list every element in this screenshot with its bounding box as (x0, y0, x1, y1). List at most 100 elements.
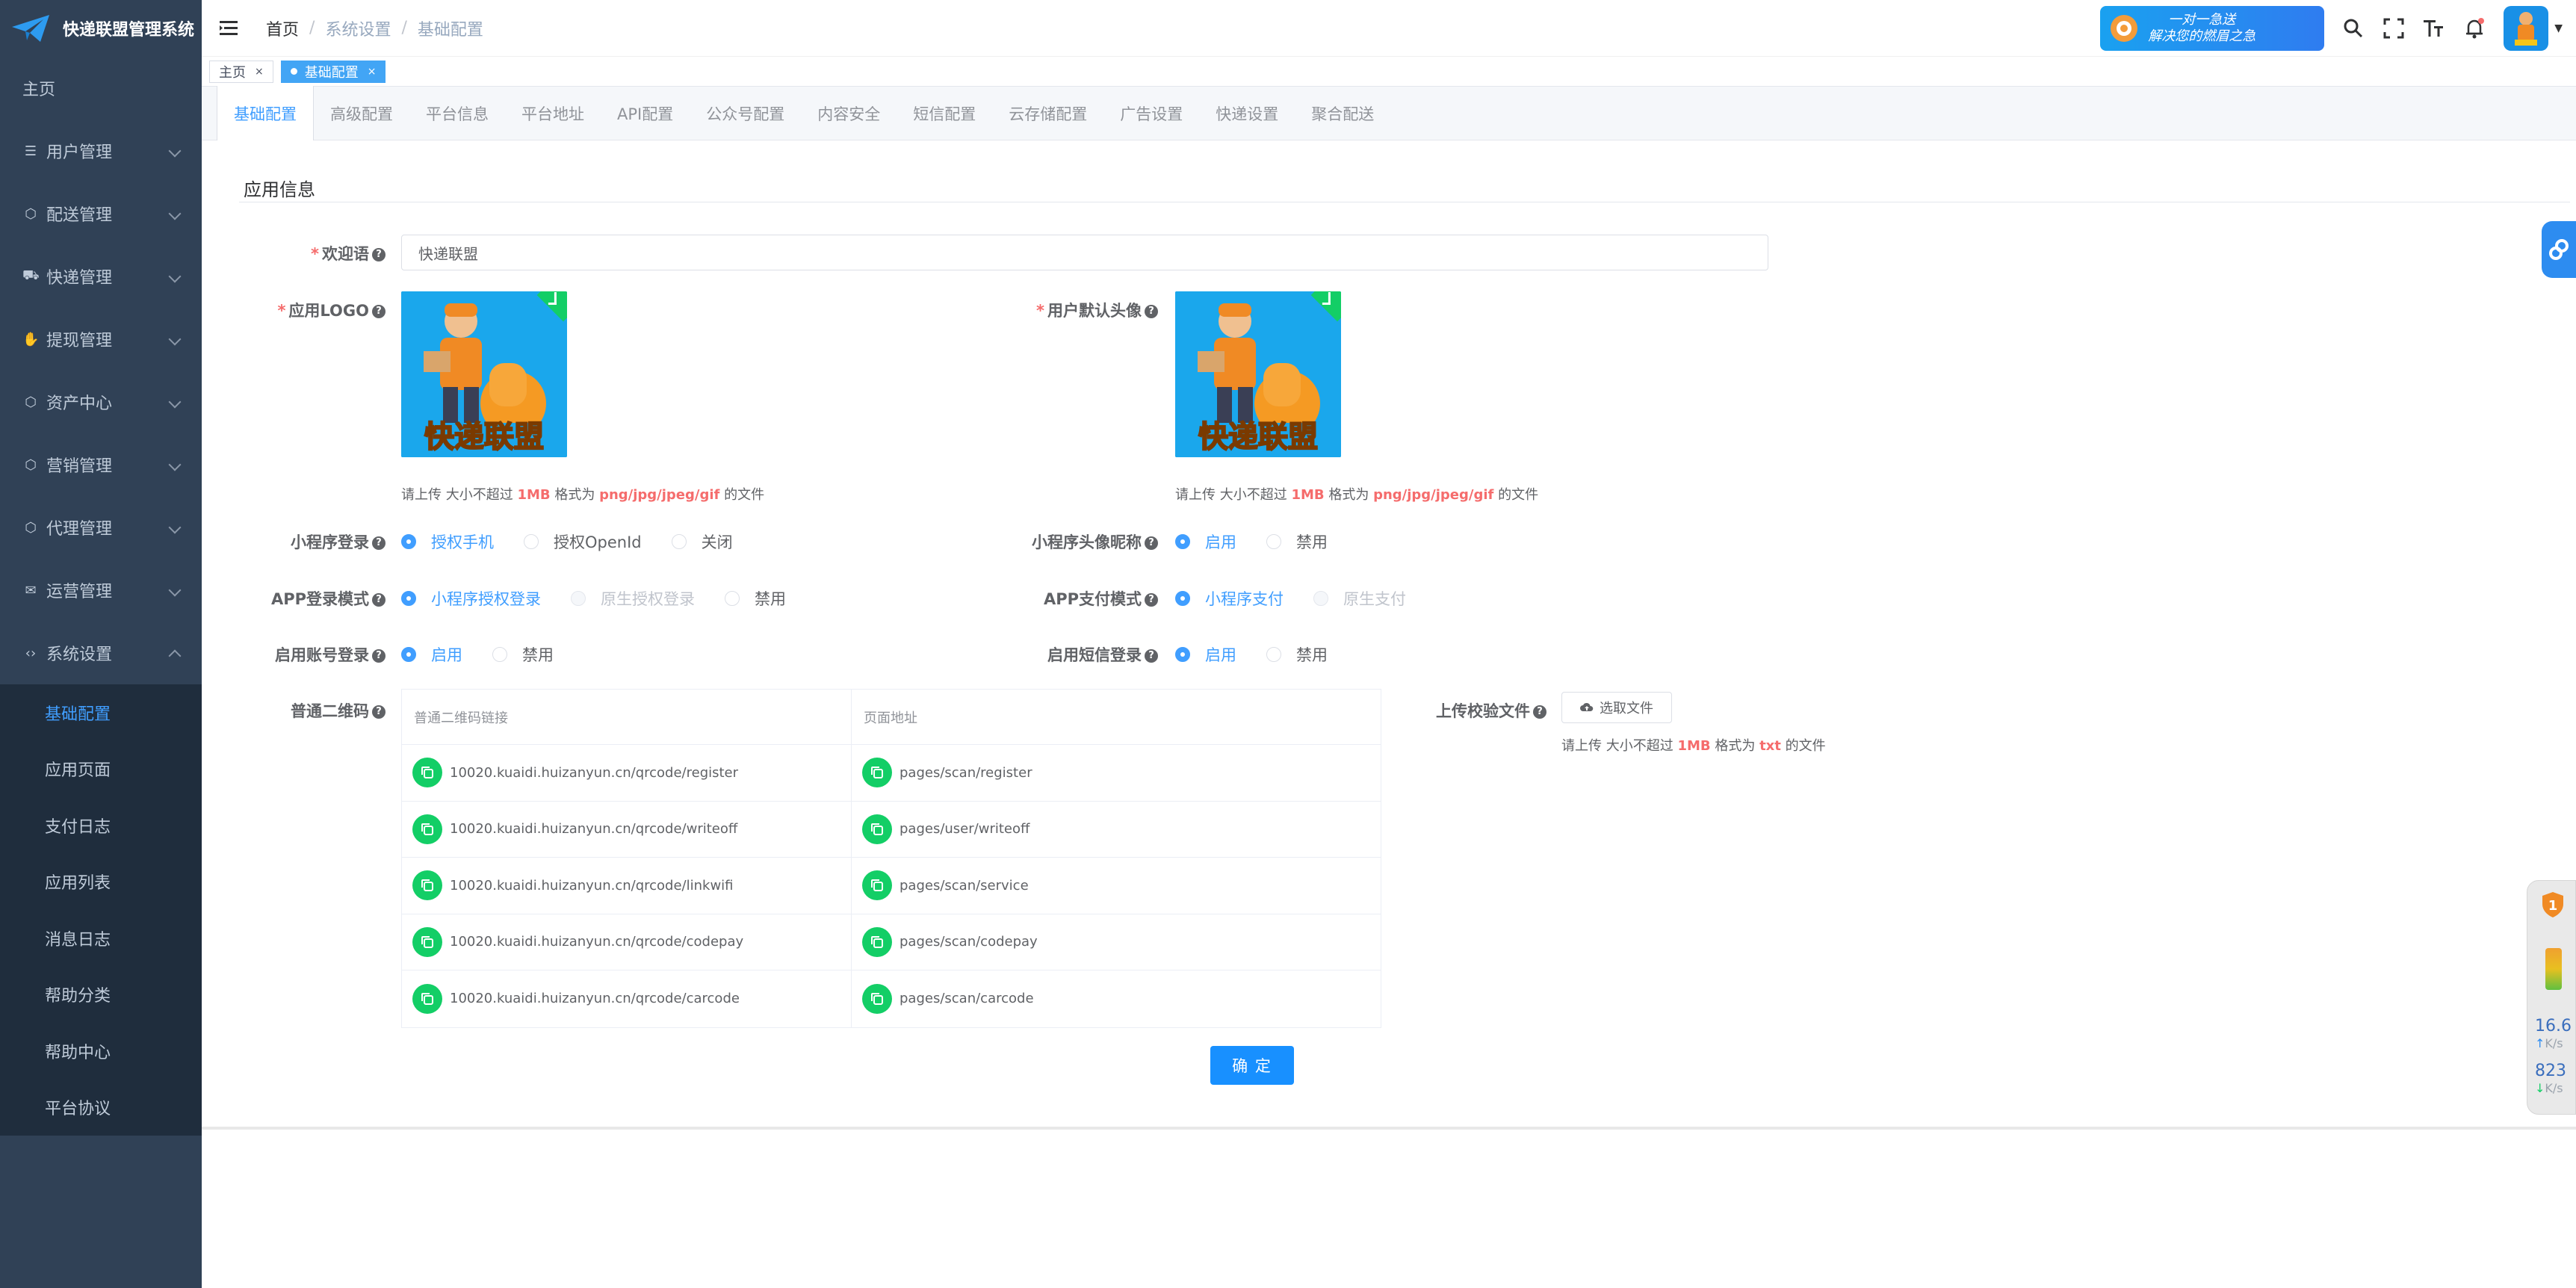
breadcrumb-home[interactable]: 首页 (266, 16, 299, 40)
question-icon[interactable]: ? (1145, 649, 1158, 663)
sidebar-item-agent[interactable]: ⬡ 代理管理 (0, 496, 202, 559)
question-icon[interactable]: ? (1533, 705, 1546, 719)
tab-aggregate-delivery[interactable]: 聚合配送 (1295, 87, 1390, 140)
tab-cloud-storage[interactable]: 云存储配置 (992, 87, 1103, 140)
radio-mini-auth-login[interactable]: 小程序授权登录 (401, 587, 541, 610)
copy-icon[interactable] (862, 758, 892, 788)
default-avatar-upload[interactable]: 快递联盟 (1175, 291, 1341, 457)
network-speed-widget[interactable]: 1 16.6 ↑K/s 823 ↓K/s (2527, 880, 2576, 1115)
sidebar-item-express[interactable]: ⛟ 快递管理 (0, 245, 202, 308)
radio-enable[interactable]: 启用 (401, 643, 462, 666)
sidebar-sub-item-message-log[interactable]: 消息日志 (0, 910, 202, 967)
question-icon[interactable]: ? (372, 248, 386, 261)
sidebar-item-home[interactable]: 主页 (0, 57, 202, 120)
sidebar-sub-item-app-pages[interactable]: 应用页面 (0, 741, 202, 798)
question-icon[interactable]: ? (372, 649, 386, 663)
tab-ad-settings[interactable]: 广告设置 (1103, 87, 1199, 140)
question-icon[interactable]: ? (1145, 305, 1158, 318)
hamburger-icon[interactable] (220, 19, 241, 37)
avatar[interactable] (2504, 6, 2549, 51)
copy-icon[interactable] (862, 870, 892, 901)
label-text: 小程序登录 (291, 533, 369, 551)
app-logo[interactable]: 快递联盟管理系统 (0, 0, 202, 57)
copy-icon[interactable] (412, 870, 442, 901)
copy-icon[interactable] (862, 814, 892, 844)
sidebar-item-users[interactable]: ☰ 用户管理 (0, 120, 202, 182)
radio-mini-pay[interactable]: 小程序支付 (1175, 587, 1284, 610)
sidebar-item-withdraw[interactable]: ✋ 提现管理 (0, 308, 202, 371)
sidebar-sub-item-help-category[interactable]: 帮助分类 (0, 967, 202, 1024)
tab-api-config[interactable]: API配置 (601, 87, 690, 140)
sidebar-sub-item-pay-log[interactable]: 支付日志 (0, 797, 202, 854)
radio-enable[interactable]: 启用 (1175, 643, 1236, 666)
avatar-logo-text: 快递联盟 (1198, 420, 1318, 454)
sidebar-sub-item-basic-config[interactable]: 基础配置 (0, 684, 202, 741)
select-file-button[interactable]: 选取文件 (1561, 692, 1672, 723)
bell-icon[interactable] (2463, 17, 2486, 40)
radio-disable[interactable]: 禁用 (1266, 643, 1328, 666)
sidebar-item-delivery[interactable]: ⬡ 配送管理 (0, 182, 202, 245)
tag-home[interactable]: 主页 × (209, 60, 273, 83)
radio-circle (401, 647, 416, 662)
label-text: 应用LOGO (288, 302, 369, 320)
tab-official-account[interactable]: 公众号配置 (690, 87, 801, 140)
sidebar-item-label: 提现管理 (46, 332, 113, 350)
question-icon[interactable]: ? (372, 593, 386, 607)
sidebar-item-operations[interactable]: ✉ 运营管理 (0, 559, 202, 622)
tip-text: 的文件 (719, 487, 765, 503)
question-icon[interactable]: ? (372, 536, 386, 550)
radio-auth-openid[interactable]: 授权OpenId (524, 530, 642, 553)
tag-basic-config[interactable]: 基础配置 × (280, 60, 386, 83)
copy-icon[interactable] (412, 758, 442, 788)
copy-icon[interactable] (412, 983, 442, 1014)
radio-disable[interactable]: 禁用 (492, 643, 554, 666)
radio-disable[interactable]: 禁用 (725, 587, 786, 610)
font-size-icon[interactable] (2423, 17, 2445, 40)
welcome-input[interactable]: 快递联盟 (401, 235, 1768, 270)
paper-plane-icon (12, 15, 49, 42)
radio-close[interactable]: 关闭 (671, 530, 733, 553)
qrcode-label: 普通二维码? (247, 699, 386, 722)
sidebar-sub-item-help-center[interactable]: 帮助中心 (0, 1023, 202, 1080)
tab-advanced-config[interactable]: 高级配置 (314, 87, 409, 140)
express-banner[interactable]: 一对一急送 解决您的燃眉之急 (2100, 6, 2325, 51)
default-avatar-label: * 用户默认头像? (994, 299, 1158, 321)
chevron-down-icon (168, 332, 182, 346)
copy-icon[interactable] (412, 814, 442, 844)
copy-icon[interactable] (862, 983, 892, 1014)
tab-sms-config[interactable]: 短信配置 (897, 87, 992, 140)
float-link-button[interactable] (2542, 221, 2576, 278)
close-icon[interactable]: × (368, 66, 377, 78)
sidebar-item-label: 快递管理 (46, 269, 113, 288)
copy-icon[interactable] (412, 926, 442, 957)
confirm-button[interactable]: 确 定 (1210, 1046, 1294, 1085)
question-icon[interactable]: ? (372, 305, 386, 318)
search-icon[interactable] (2342, 17, 2365, 40)
radio-disable[interactable]: 禁用 (1266, 530, 1328, 553)
tag-label: 基础配置 (304, 64, 359, 81)
tab-basic-config[interactable]: 基础配置 (217, 86, 314, 140)
radio-auth-phone[interactable]: 授权手机 (401, 530, 494, 553)
tab-platform-info[interactable]: 平台信息 (409, 87, 505, 140)
logo-upload[interactable]: 快递联盟 (401, 291, 567, 457)
caret-down-icon[interactable]: ▼ (2554, 22, 2563, 34)
radio-enable[interactable]: 启用 (1175, 530, 1236, 553)
tab-content-security[interactable]: 内容安全 (801, 87, 897, 140)
sidebar-item-assets[interactable]: ⬡ 资产中心 (0, 371, 202, 433)
question-icon[interactable]: ? (372, 705, 386, 719)
table-cell: 10020.kuaidi.huizanyun.cn/qrcode/registe… (402, 745, 852, 801)
fullscreen-icon[interactable] (2383, 17, 2405, 40)
tab-platform-address[interactable]: 平台地址 (505, 87, 601, 140)
sidebar-item-system-settings[interactable]: ‹› 系统设置 (0, 622, 202, 684)
radio-native-auth-login: 原生授权登录 (571, 587, 695, 610)
question-icon[interactable]: ? (1145, 536, 1158, 550)
copy-icon[interactable] (862, 926, 892, 957)
sidebar-sub-item-agreement[interactable]: 平台协议 (0, 1080, 202, 1136)
welcome-value: 快递联盟 (418, 244, 478, 263)
sidebar-item-marketing[interactable]: ⬡ 营销管理 (0, 433, 202, 496)
tab-express-settings[interactable]: 快递设置 (1199, 87, 1295, 140)
question-icon[interactable]: ? (1145, 593, 1158, 607)
close-icon[interactable]: × (255, 66, 264, 78)
arrow-up-icon: ↑ (2535, 1036, 2545, 1050)
sidebar-sub-item-app-list[interactable]: 应用列表 (0, 854, 202, 911)
